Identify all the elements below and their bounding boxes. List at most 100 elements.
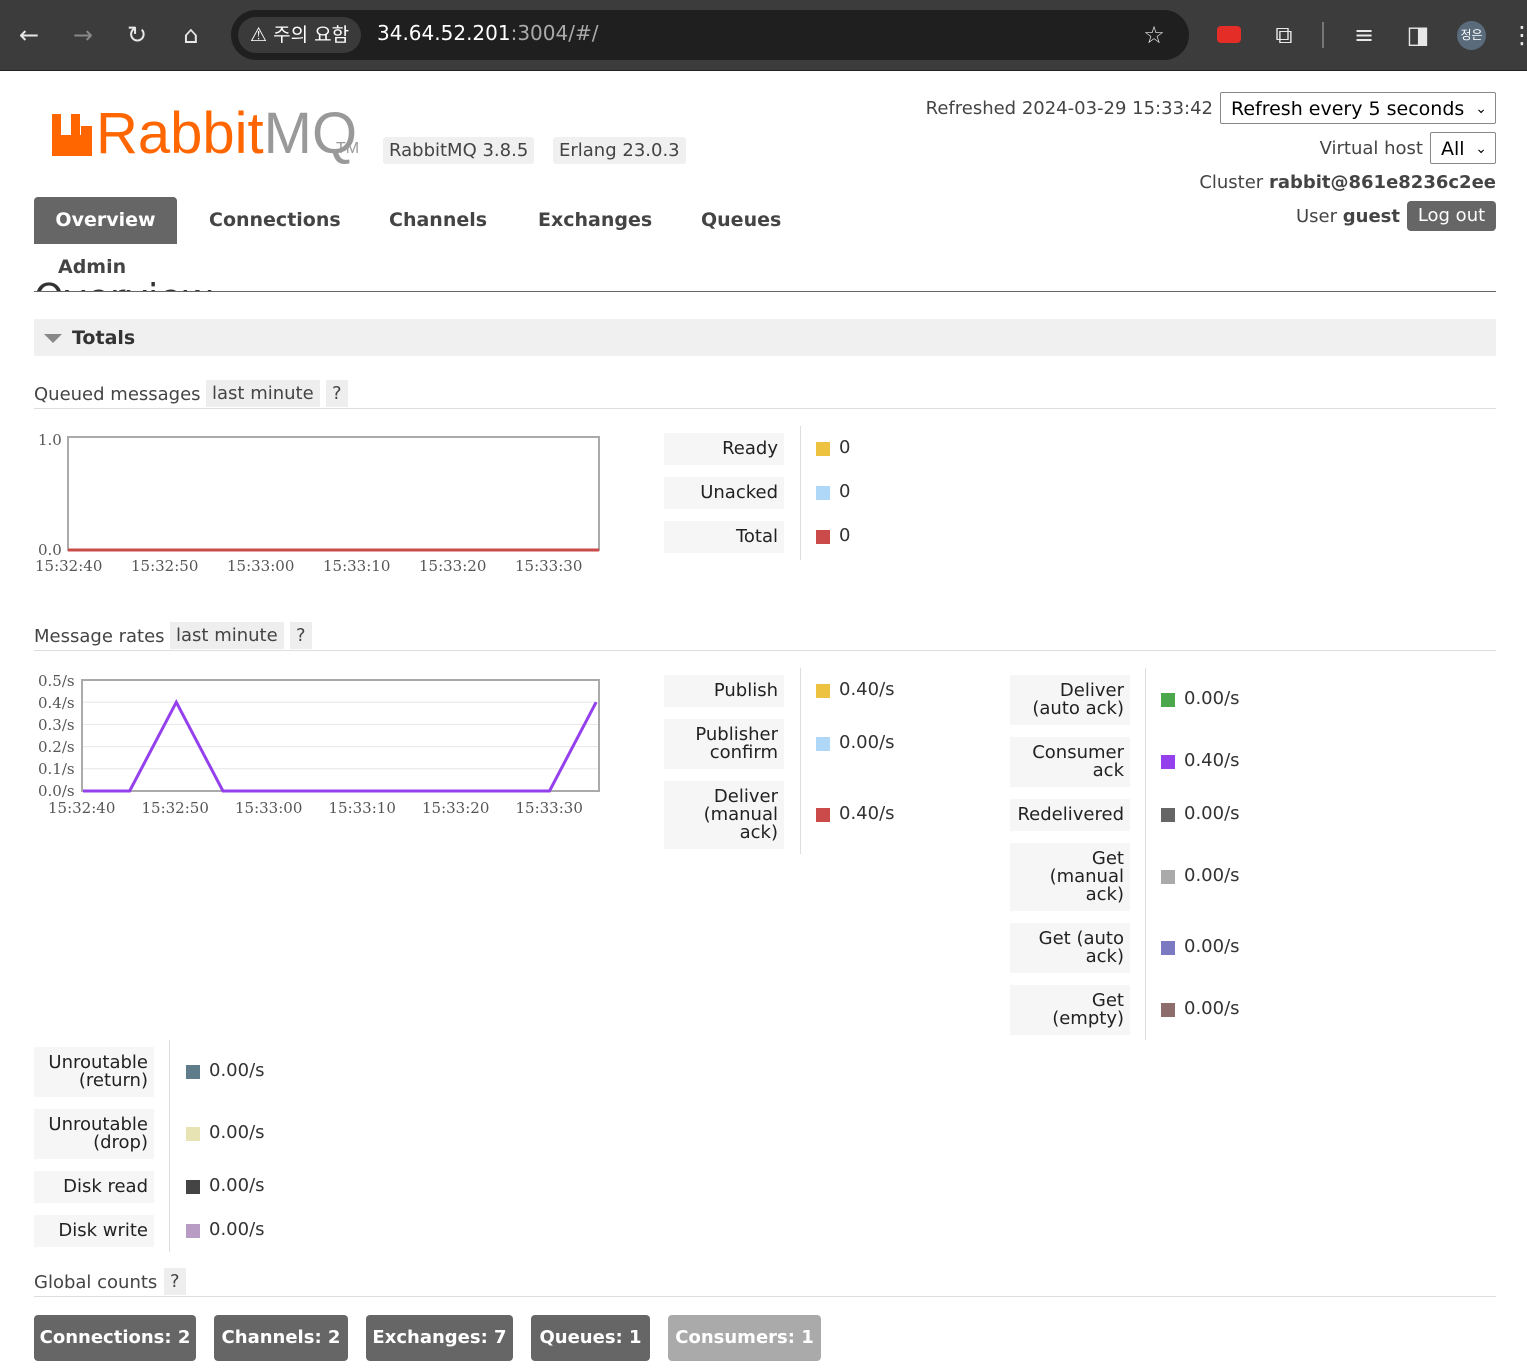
- legend-label: Unroutable (drop): [34, 1109, 154, 1159]
- y-tick-label: 0.5/s: [38, 672, 75, 690]
- legend-value: 0.00/s: [839, 732, 895, 753]
- cluster-label: Cluster: [1199, 172, 1264, 193]
- queued-range-selector[interactable]: last minute: [206, 380, 320, 407]
- tab-admin[interactable]: Admin: [58, 256, 126, 278]
- x-tick-label: 15:33:20: [422, 799, 490, 817]
- toolbar-divider: [1322, 22, 1324, 48]
- rates-help-button[interactable]: ?: [290, 622, 312, 649]
- vhost-select-value: All: [1441, 138, 1465, 160]
- legend-value: 0.00/s: [1184, 998, 1240, 1019]
- warning-icon: ⚠: [250, 24, 268, 46]
- menu-kebab-icon[interactable]: ⋮: [1510, 18, 1527, 52]
- section-divider: [34, 408, 1496, 409]
- legend-separator: [1145, 668, 1146, 1040]
- legend-swatch: [186, 1224, 200, 1238]
- side-panel-icon[interactable]: ◨: [1401, 18, 1435, 52]
- x-tick-label: 15:33:10: [323, 557, 391, 575]
- legend-swatch: [816, 737, 830, 751]
- legend-swatch: [186, 1180, 200, 1194]
- legend-swatch: [1161, 870, 1175, 884]
- legend-value: 0.00/s: [209, 1175, 265, 1196]
- legend-value: 0.00/s: [1184, 865, 1240, 886]
- totals-section-header[interactable]: Totals: [34, 319, 1496, 356]
- user-info: User guest: [1200, 206, 1400, 227]
- url-host: 34.64.52.201: [377, 21, 511, 45]
- back-icon[interactable]: ←: [12, 18, 46, 52]
- legend-swatch: [1161, 941, 1175, 955]
- logo-mark-3: [52, 135, 92, 156]
- tab-overview[interactable]: Overview: [34, 197, 177, 244]
- legend-swatch: [1161, 808, 1175, 822]
- extensions-puzzle-icon[interactable]: ⧉: [1267, 18, 1301, 52]
- reload-icon[interactable]: ↻: [120, 18, 154, 52]
- exchanges-count-button[interactable]: Exchanges: 7: [366, 1315, 513, 1361]
- tab-connections[interactable]: Connections: [209, 209, 341, 231]
- logo-text: RabbitMQ: [96, 101, 358, 166]
- y-tick-label: 0.2/s: [38, 738, 75, 756]
- bookmark-star-icon[interactable]: ☆: [1137, 18, 1171, 52]
- home-icon[interactable]: ⌂: [174, 18, 208, 52]
- section-divider: [34, 650, 1496, 651]
- youtube-extension-icon[interactable]: [1217, 26, 1241, 43]
- virtual-host-select[interactable]: All ⌄: [1430, 132, 1496, 164]
- legend-swatch: [186, 1065, 200, 1079]
- chevron-down-icon: ⌄: [1475, 101, 1487, 117]
- channels-count-button[interactable]: Channels: 2: [214, 1315, 348, 1361]
- legend-label: Deliver (auto ack): [1010, 675, 1130, 725]
- x-tick-label: 15:33:20: [419, 557, 487, 575]
- queued-messages-heading: Queued messages: [34, 384, 201, 405]
- legend-label: Disk read: [34, 1171, 154, 1203]
- legend-swatch: [1161, 1003, 1175, 1017]
- legend-label: Unacked: [664, 477, 784, 509]
- legend-value: 0.00/s: [1184, 936, 1240, 957]
- profile-avatar[interactable]: 정은: [1457, 21, 1486, 50]
- consumers-count-button[interactable]: Consumers: 1: [668, 1315, 821, 1361]
- forward-icon[interactable]: →: [66, 18, 100, 52]
- rates-range-selector[interactable]: last minute: [170, 622, 284, 649]
- legend-value: 0: [839, 437, 851, 458]
- legend-label: Unroutable (return): [34, 1047, 154, 1097]
- tab-queues[interactable]: Queues: [701, 209, 781, 231]
- user-name: guest: [1342, 206, 1400, 227]
- y-tick-label: 1.0: [38, 431, 62, 449]
- security-warning-chip[interactable]: ⚠ 주의 요함: [238, 17, 362, 53]
- queues-count-button[interactable]: Queues: 1: [531, 1315, 650, 1361]
- legend-value: 0.40/s: [839, 679, 895, 700]
- queued-help-button[interactable]: ?: [326, 380, 348, 407]
- security-warning-text: 주의 요함: [273, 24, 350, 46]
- erlang-version-badge: Erlang 23.0.3: [553, 137, 686, 164]
- connections-count-button[interactable]: Connections: 2: [34, 1315, 196, 1361]
- refresh-interval-select[interactable]: Refresh every 5 seconds ⌄: [1220, 92, 1496, 124]
- legend-label: Publisher confirm: [664, 719, 784, 769]
- reading-list-icon[interactable]: ≡: [1347, 18, 1381, 52]
- y-tick-label: 0.4/s: [38, 694, 75, 712]
- legend-swatch: [1161, 693, 1175, 707]
- logout-button[interactable]: Log out: [1407, 201, 1496, 231]
- global-help-button[interactable]: ?: [164, 1268, 186, 1295]
- browser-toolbar: ← → ↻ ⌂ ⚠ 주의 요함 34.64.52.201:3004/#/ ☆ ⧉…: [0, 0, 1527, 71]
- chart-frame: [67, 436, 600, 551]
- message-rates-heading: Message rates: [34, 626, 165, 647]
- global-counts-heading: Global counts: [34, 1272, 158, 1293]
- legend-value: 0: [839, 481, 851, 502]
- cluster-info: Cluster rabbit@861e8236c2ee: [1100, 172, 1496, 193]
- legend-swatch: [186, 1127, 200, 1141]
- legend-swatch: [816, 486, 830, 500]
- address-bar[interactable]: ⚠ 주의 요함 34.64.52.201:3004/#/ ☆: [231, 10, 1189, 60]
- legend-swatch: [816, 808, 830, 822]
- cluster-name: rabbit@861e8236c2ee: [1268, 172, 1496, 193]
- legend-swatch: [816, 442, 830, 456]
- x-tick-label: 15:32:50: [131, 557, 199, 575]
- legend-label: Disk write: [34, 1215, 154, 1247]
- x-tick-label: 15:33:30: [515, 799, 583, 817]
- tab-exchanges[interactable]: Exchanges: [538, 209, 652, 231]
- legend-value: 0.00/s: [209, 1219, 265, 1240]
- user-label: User: [1296, 206, 1338, 227]
- url-text[interactable]: 34.64.52.201:3004/#/: [377, 21, 598, 45]
- legend-label: Get (auto ack): [1010, 923, 1130, 973]
- legend-label: Ready: [664, 433, 784, 465]
- legend-label: Deliver (manual ack): [664, 781, 784, 849]
- tab-channels[interactable]: Channels: [389, 209, 487, 231]
- x-tick-label: 15:33:30: [515, 557, 583, 575]
- legend-separator: [800, 426, 801, 560]
